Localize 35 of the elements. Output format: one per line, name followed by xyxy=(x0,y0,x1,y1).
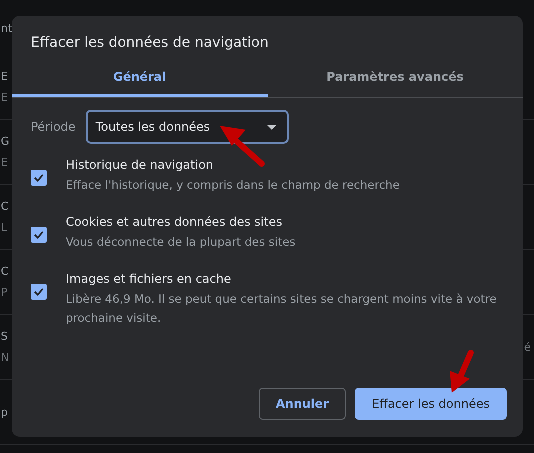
checkmark-icon xyxy=(34,174,44,182)
checkmark-icon xyxy=(34,288,44,296)
period-dropdown[interactable]: Toutes les données xyxy=(86,110,289,144)
setting-title: S xyxy=(1,330,9,343)
cancel-button[interactable]: Annuler xyxy=(259,388,346,420)
setting-description: E xyxy=(1,91,8,104)
setting-description: N xyxy=(1,351,10,364)
option-description: Vous déconnecte de la plupart des sites xyxy=(66,234,296,251)
option-title: Cookies et autres données des sites xyxy=(66,215,284,229)
setting-value: é xyxy=(524,340,531,354)
checkmark-icon xyxy=(34,231,44,239)
setting-title: C xyxy=(1,265,9,278)
period-label: Période xyxy=(31,120,76,134)
tab[interactable]: Général xyxy=(12,60,268,97)
setting-title: E xyxy=(1,70,8,83)
checkbox[interactable] xyxy=(31,284,47,300)
option-title: Historique de navigation xyxy=(66,158,215,172)
checkbox[interactable] xyxy=(31,227,47,243)
dropdown-caret-icon xyxy=(266,124,277,130)
dialog-title: Effacer les données de navigation xyxy=(30,34,270,53)
page-heading: nt xyxy=(0,22,12,37)
setting-description: P xyxy=(1,286,9,299)
clear-data-button[interactable]: Effacer les données xyxy=(355,388,507,420)
setting-description: E xyxy=(1,156,9,169)
setting-title: p xyxy=(1,406,8,418)
setting-description: L xyxy=(1,221,8,234)
tab[interactable]: Paramètres avancés xyxy=(268,60,523,97)
option-description: Efface l'historique, y compris dans le champ de recherche xyxy=(66,177,400,194)
option-description: Libère 46,9 Mo. Il se peut que certains sites se chargent moins vite à votre prochaine visite. xyxy=(66,291,498,327)
checkbox[interactable] xyxy=(31,170,47,186)
option-title: Images et fichiers en cache xyxy=(66,272,232,286)
setting-title: C xyxy=(1,200,9,213)
annotation-arrow xyxy=(450,350,474,393)
annotation-arrow xyxy=(220,126,265,167)
setting-title: G xyxy=(1,135,10,148)
